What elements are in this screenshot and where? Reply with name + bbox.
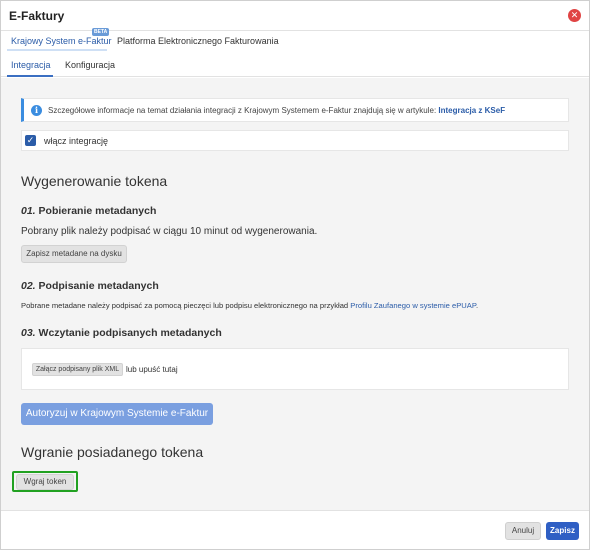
authorize-ksef-button[interactable]: Autoryzuj w Krajowym Systemie e-Faktur	[21, 403, 213, 425]
step2-description: Pobrane metadane należy podpisać za pomo…	[21, 301, 479, 310]
tab-krajowy-system[interactable]: Krajowy System e-Faktur	[11, 36, 112, 46]
info-icon: i	[31, 105, 42, 116]
step3-heading: 03. Wczytanie podpisanych metadanych	[21, 327, 222, 339]
step2-heading: 02. Podpisanie metadanych	[21, 280, 159, 292]
upload-token-button[interactable]: Wgraj token	[16, 474, 74, 490]
tab-konfiguracja[interactable]: Konfiguracja	[65, 60, 115, 70]
beta-badge: BETA	[92, 28, 110, 36]
enable-integration-label: włącz integrację	[44, 136, 109, 146]
dialog-titlebar: E-Faktury ✕	[1, 1, 589, 31]
tab-integracja[interactable]: Integracja	[11, 60, 51, 70]
save-button[interactable]: Zapisz	[546, 522, 579, 540]
info-text: Szczegółowe informacje na temat działani…	[48, 106, 506, 115]
close-icon[interactable]: ✕	[568, 9, 581, 22]
upload-token-heading: Wgranie posiadanego tokena	[21, 444, 204, 460]
generate-token-heading: Wygenerowanie tokena	[21, 173, 168, 189]
secondary-tabs: Integracja Konfiguracja	[1, 53, 589, 77]
dialog-footer: Anuluj Zapisz	[1, 510, 589, 549]
drop-text: lub upuść tutaj	[126, 365, 178, 374]
xml-dropzone[interactable]: Załącz podpisany plik XML lub upuść tuta…	[21, 348, 569, 390]
efaktury-dialog: E-Faktury ✕ Krajowy System e-Faktur Plat…	[0, 0, 590, 550]
step1-description: Pobrany plik należy podpisać w ciągu 10 …	[21, 226, 318, 237]
save-metadata-button[interactable]: Zapisz metadane na dysku	[21, 245, 127, 263]
secondary-tab-indicator	[7, 75, 53, 77]
attach-xml-button[interactable]: Załącz podpisany plik XML	[32, 363, 123, 376]
primary-tabs: Krajowy System e-Faktur Platforma Elektr…	[1, 31, 589, 51]
tab-platforma-elektronicznego[interactable]: Platforma Elektronicznego Fakturowania	[117, 36, 279, 46]
dialog-title: E-Faktury	[9, 9, 65, 23]
info-banner: i Szczegółowe informacje na temat działa…	[21, 98, 569, 122]
enable-integration-checkbox[interactable]: ✓	[25, 135, 36, 146]
cancel-button[interactable]: Anuluj	[505, 522, 541, 540]
info-link[interactable]: Integracja z KSeF	[438, 106, 505, 115]
step1-heading: 01. Pobieranie metadanych	[21, 205, 157, 217]
primary-tab-indicator	[7, 49, 107, 51]
profil-zaufany-link[interactable]: Profilu Zaufanego w systemie ePUAP	[350, 301, 476, 310]
enable-integration-row: ✓ włącz integrację	[21, 130, 569, 151]
